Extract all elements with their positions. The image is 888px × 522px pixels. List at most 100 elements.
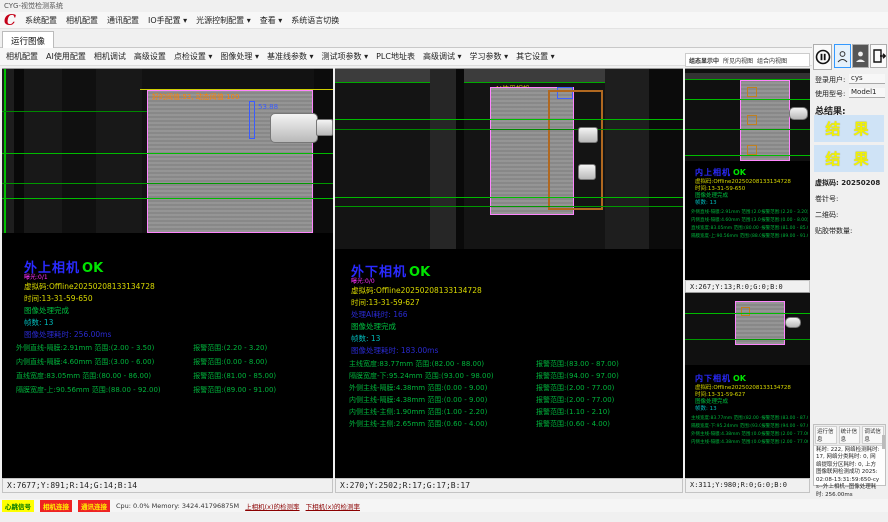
tab-run-image[interactable]: 运行图像	[2, 31, 54, 48]
tab-connector-shape	[270, 113, 318, 143]
virtual-code-field: 虚拟码: 20250208	[815, 178, 880, 188]
image-stripe	[14, 69, 24, 233]
pause-button[interactable]	[813, 44, 832, 70]
camera-image-inner-upper[interactable]	[685, 69, 810, 161]
menu-view[interactable]: 查看 ▾	[260, 15, 283, 26]
qr-code-label: 二维码:	[815, 210, 838, 220]
tool-camera-debug[interactable]: 相机调试	[94, 51, 126, 62]
runtime-log-text: 耗时: 222, 网络检测耗时: 17, 网络分类耗时: 0, 网络提取分区耗时…	[814, 446, 885, 500]
measure-row: 隔膜宽度-上:90.56mm 范围:(88.00 - 92.00)报警范围:(8…	[16, 385, 327, 395]
window-titlebar: CYG-视觉检测系统	[0, 0, 888, 12]
lower-camera-rate-link[interactable]: 下相机(x)的检测率	[306, 501, 360, 511]
measure-row: 直线宽度:83.05mm 范围:(80.00 - 86.00)报警范围:(81.…	[16, 371, 327, 381]
login-user-value[interactable]: cys	[849, 74, 885, 84]
mini-tab-0[interactable]: 组态显示中	[689, 56, 719, 65]
measure-line	[335, 119, 683, 120]
process-done-line: 图像处理完成	[351, 321, 396, 332]
image-stripe	[456, 69, 464, 249]
measure-line	[685, 313, 810, 314]
measure-row: 隔膜宽度-上:90.56mm 范围:(88.00 - 92.00)报警范围:(8…	[691, 233, 808, 239]
camera-image-outer-upper[interactable]: 好的阈值:93, 动态阈值:100 53.88	[2, 69, 333, 233]
exposure-label: 曝光:0/1	[24, 272, 48, 281]
frame-count-line: 帧数: 13	[24, 317, 53, 328]
tool-advanced-settings[interactable]: 高级设置	[134, 51, 166, 62]
time-line: 时间:13-31-59-627	[351, 297, 420, 308]
upper-camera-rate-link[interactable]: 上相机(x)的检测率	[245, 501, 299, 511]
exit-door-icon	[872, 49, 886, 63]
tool-spot-check[interactable]: 点检设置 ▾	[174, 51, 213, 62]
measure-row: 外侧主线-主侧:2.65mm 范围:(0.60 - 4.00)报警范围:(0.6…	[349, 419, 677, 429]
process-done-line: 图像处理完成	[24, 305, 69, 316]
elapsed-line: 图像处理耗时: 183.00ms	[351, 345, 438, 356]
measure-row: 内侧直线-隔膜:4.60mm 范围:(3.00 - 6.00)报警范围:(0.0…	[691, 217, 808, 223]
tool-baseline-params[interactable]: 基准线参数 ▾	[267, 51, 314, 62]
result-display-lower: 结 果	[814, 145, 884, 172]
exit-button[interactable]	[870, 44, 887, 68]
info-tab-strip: 运行信息 统计信息 调试信息	[814, 425, 885, 446]
menu-io-config[interactable]: IO手配置 ▾	[148, 15, 187, 26]
result-ok-badge: OK	[409, 265, 430, 280]
app-window: CYG-视觉检测系统 C 系统配置 相机配置 通讯配置 IO手配置 ▾ 光源控制…	[0, 0, 888, 522]
pause-icon	[815, 49, 831, 65]
tool-ai-config[interactable]: AI使用配置	[46, 51, 86, 62]
exposure-label: 曝光:0/0	[351, 276, 375, 285]
measure-row: 内侧主线-隔膜:4.38mm 范围:(0.00 - 9.00)报警范围:(2.0…	[349, 395, 677, 405]
roi-rect-orange	[747, 87, 757, 97]
tape-count-label: 贴胶带数量:	[815, 226, 852, 236]
pixel-status-left: X:7677;Y:891;R:14;G:14;B:14	[2, 478, 333, 493]
user-icon	[837, 50, 848, 63]
camera-panel-outer-lower: AI使用相机 外下相机OK 曝光:0/0 虚拟码:Offline20250208…	[335, 68, 683, 478]
operator-button[interactable]	[852, 44, 869, 68]
info-tab-run[interactable]: 运行信息	[815, 426, 837, 444]
result-ok-badge: OK	[82, 261, 103, 276]
tab-connector-shape	[789, 107, 808, 120]
menu-system-config[interactable]: 系统配置	[25, 15, 57, 26]
measure-row: 外侧直线-隔膜:2.91mm 范围:(2.00 - 3.50)报警范围:(2.2…	[16, 343, 327, 353]
camera-image-inner-lower[interactable]	[685, 293, 810, 365]
result-ok-badge: OK	[733, 168, 746, 177]
info-scrollbar[interactable]	[882, 435, 885, 449]
bright-feature	[578, 127, 598, 143]
info-tab-debug[interactable]: 调试信息	[862, 426, 884, 444]
tool-image-processing[interactable]: 图像处理 ▾	[220, 51, 259, 62]
tool-other-settings[interactable]: 其它设置 ▾	[516, 51, 555, 62]
pixel-status-middle: X:270;Y:2502;R:17;G:17;B:17	[335, 478, 683, 493]
operator-icon	[855, 50, 866, 63]
image-stripe	[314, 69, 333, 233]
menu-comm-config[interactable]: 通讯配置	[107, 15, 139, 26]
runtime-info-box: 运行信息 统计信息 调试信息 耗时: 222, 网络检测耗时: 17, 网络分类…	[813, 424, 886, 486]
bottom-status-bar: 心跳信号 相机连接 通讯连接 Cpu: 0.0% Memory: 3424.41…	[0, 499, 888, 512]
measure-row: 主线宽度:83.77mm 范围:(82.00 - 88.00)报警范围:(83.…	[349, 359, 677, 369]
measure-line	[335, 129, 683, 130]
camera-panel-outer-upper: 好的阈值:93, 动态阈值:100 53.88 外上相机OK 曝光:0/1 虚拟…	[2, 68, 333, 478]
login-user-button[interactable]	[834, 44, 851, 68]
cpu-memory-text: Cpu: 0.0% Memory: 3424.41796875M	[116, 502, 239, 510]
pixel-status-inner-lower: X:311;Y:980;R:0;G:0;B:0	[685, 478, 810, 493]
measure-line	[335, 206, 683, 207]
measure-row: 外侧主线-隔膜:4.38mm 范围:(0.00 - 9.00)报警范围:(2.0…	[349, 383, 677, 393]
tool-learning-params[interactable]: 学习参数 ▾	[470, 51, 509, 62]
measure-row: 内侧主线-主侧:1.90mm 范围:(1.00 - 2.20)报警范围:(1.1…	[349, 407, 677, 417]
menu-language-switch[interactable]: 系统语言切换	[291, 15, 339, 26]
image-stripe	[649, 69, 683, 249]
measure-row: 隔膜宽度-下:95.24mm 范围:(93.00 - 98.00)报警范围:(9…	[349, 371, 677, 381]
menu-light-config[interactable]: 光源控制配置 ▾	[196, 15, 251, 26]
model-value[interactable]: Model1	[849, 88, 885, 98]
info-tab-stats[interactable]: 统计信息	[839, 426, 861, 444]
menu-camera-config[interactable]: 相机配置	[66, 15, 98, 26]
product-block	[147, 90, 313, 233]
camera-image-outer-lower[interactable]: AI使用相机	[335, 69, 683, 249]
tool-plc-address[interactable]: PLC地址表	[376, 51, 415, 62]
measure-line	[685, 99, 810, 100]
tool-advanced-debug[interactable]: 高级调试 ▾	[423, 51, 462, 62]
mini-tab-1[interactable]: 所见内视图	[723, 56, 753, 65]
menu-bar: C 系统配置 相机配置 通讯配置 IO手配置 ▾ 光源控制配置 ▾ 查看 ▾ 系…	[0, 12, 888, 29]
mini-tab-2[interactable]: 组合内视图	[757, 56, 787, 65]
tool-camera-config[interactable]: 相机配置	[6, 51, 38, 62]
camera-link-status-badge: 相机连接	[40, 500, 72, 512]
measure-line	[2, 153, 333, 154]
tool-test-params[interactable]: 测试项参数 ▾	[322, 51, 369, 62]
login-user-label: 登录用户:	[815, 75, 845, 85]
pin-number-label: 卷针号:	[815, 194, 838, 204]
measure-line	[335, 197, 683, 198]
